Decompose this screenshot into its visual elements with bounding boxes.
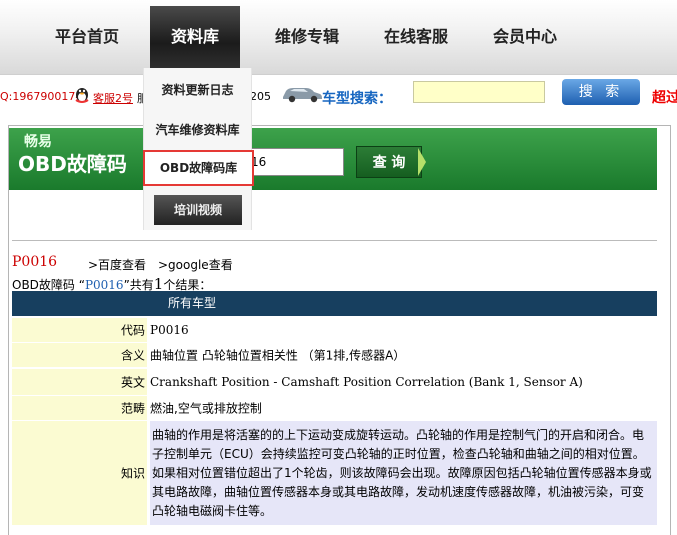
detail-row-english: 英文 Crankshaft Position - Camshaft Positi… [12, 369, 657, 395]
nav-home[interactable]: 平台首页 [46, 22, 128, 52]
nav-online-service[interactable]: 在线客服 [375, 22, 457, 52]
query-arrow-icon [418, 148, 426, 176]
obd-code-input[interactable]: 16 [248, 148, 344, 176]
partial-number: 205 [250, 90, 271, 103]
dropdown-obd-library[interactable]: OBD故障码库 [143, 150, 254, 186]
top-navigation: 平台首页 资料库 维修专辑 在线客服 会员中心 [0, 0, 677, 75]
query-button[interactable]: 查 询 [356, 146, 422, 178]
nav-member-center[interactable]: 会员中心 [484, 22, 566, 52]
qq-number[interactable]: Q:1967900174 [0, 90, 82, 103]
detail-label: 英文 [120, 375, 145, 390]
car-search-input[interactable] [413, 81, 545, 103]
google-link[interactable]: >google查看 [158, 256, 233, 273]
result-mid: ”共有 [123, 278, 154, 292]
nav-repair-album[interactable]: 维修专辑 [266, 22, 348, 52]
detail-row-code: 代码 P0016 [12, 318, 657, 342]
detail-value: 燃油,空气或排放控制 [150, 401, 262, 416]
detail-row-category: 范畴 燃油,空气或排放控制 [12, 396, 657, 420]
detail-label: 含义 [120, 348, 145, 363]
model-header: 所有车型 [12, 291, 657, 316]
qq-penguin-icon[interactable] [72, 84, 92, 104]
detail-label: 范畴 [120, 401, 145, 416]
detail-value: P0016 [150, 323, 189, 337]
detail-value: 曲轴位置 凸轮轴位置相关性 （第1排,传感器A） [150, 348, 406, 363]
promo-text[interactable]: 超过 [652, 87, 677, 107]
car-icon [283, 88, 322, 103]
divider [12, 240, 657, 241]
detail-value: Crankshaft Position - Camshaft Position … [150, 375, 583, 389]
database-dropdown: 资料更新日志 汽车维修资料库 OBD故障码库 培训视频 [143, 68, 254, 230]
detail-value: 曲轴的作用是将活塞的的上下运动变成旋转运动。凸轮轴的作用是控制气门的开启和闭合。… [152, 428, 652, 518]
car-search-label: 车型搜索： [322, 91, 392, 107]
service-bar: Q:1967900174 客服2号 服 205 车型搜索： 搜 索 超过 [0, 75, 677, 121]
model-header-label: 所有车型 [168, 296, 217, 310]
fault-code-title: P0016 [12, 254, 58, 270]
dropdown-training-video[interactable]: 培训视频 [154, 195, 242, 225]
detail-row-knowledge: 知识 曲轴的作用是将活塞的的上下运动变成旋转运动。凸轮轴的作用是控制气门的开启和… [12, 421, 657, 525]
service-agent-link[interactable]: 客服2号 [93, 90, 133, 106]
search-button[interactable]: 搜 索 [562, 79, 640, 105]
dropdown-repair-library[interactable]: 汽车维修资料库 [144, 112, 251, 148]
detail-row-meaning: 含义 曲轴位置 凸轮轴位置相关性 （第1排,传感器A） [12, 343, 657, 367]
dropdown-update-log[interactable]: 资料更新日志 [144, 72, 251, 108]
nav-database[interactable]: 资料库 [150, 6, 240, 68]
detail-label: 代码 [120, 323, 145, 338]
detail-label: 知识 [120, 466, 145, 481]
baidu-link[interactable]: >百度查看 [88, 256, 146, 273]
result-suffix: 个结果： [163, 278, 212, 292]
result-prefix: OBD故障码 “ [12, 278, 85, 292]
brand-title: OBD故障码 [18, 152, 127, 176]
result-query-code: P0016 [84, 278, 124, 292]
